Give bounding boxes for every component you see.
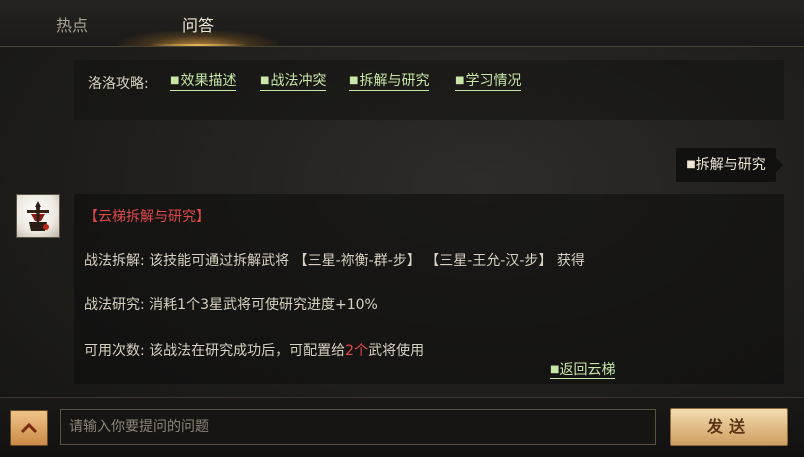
- avatar-figure: [27, 201, 49, 231]
- send-button[interactable]: 发送: [670, 408, 788, 446]
- bubble-tail: [776, 158, 783, 172]
- square-bullet-icon: ■: [349, 75, 359, 86]
- answer-line-usage: 可用次数: 该战法在研究成功后，可配置给2个武将使用: [84, 343, 425, 359]
- tab-qa[interactable]: 问答: [182, 12, 214, 36]
- user-message-bubble: ■拆解与研究: [676, 148, 776, 182]
- square-bullet-icon: ■: [260, 75, 270, 86]
- guide-card: 洛洛攻略: ■效果描述 ■战法冲突 ■拆解与研究 ■学习情况: [74, 60, 784, 120]
- guide-link-learning[interactable]: ■学习情况: [455, 73, 522, 91]
- guide-label: 洛洛攻略:: [88, 76, 149, 92]
- square-bullet-icon: ■: [455, 75, 465, 86]
- answer-title: 【云梯拆解与研究】: [84, 209, 210, 225]
- guide-link-conflict[interactable]: ■战法冲突: [260, 73, 327, 91]
- answer-line-disassemble: 战法拆解: 该技能可通过拆解武将 【三星-祢衡-群-步】 【三星-王允-汉-步】…: [84, 253, 585, 269]
- user-message-text: 拆解与研究: [695, 157, 766, 173]
- tab-bar: 热点 问答: [0, 0, 804, 47]
- general-avatar-icon: [16, 194, 60, 238]
- expand-button[interactable]: [10, 410, 48, 446]
- back-to-yunti-link[interactable]: ■返回云梯: [550, 362, 616, 379]
- guide-link-effect[interactable]: ■效果描述: [170, 73, 237, 91]
- answer-card: 【云梯拆解与研究】 战法拆解: 该技能可通过拆解武将 【三星-祢衡-群-步】 【…: [74, 194, 784, 384]
- question-input[interactable]: [60, 409, 656, 445]
- square-bullet-icon: ■: [170, 75, 180, 86]
- usage-count: 2个: [345, 343, 369, 359]
- tab-hot[interactable]: 热点: [56, 12, 88, 36]
- square-bullet-icon: ■: [686, 159, 696, 170]
- guide-link-research[interactable]: ■拆解与研究: [349, 73, 430, 91]
- answer-line-research: 战法研究: 消耗1个3星武将可使研究进度+10%: [84, 297, 378, 313]
- chevron-up-icon: [20, 422, 38, 434]
- active-tab-underline: [150, 44, 246, 46]
